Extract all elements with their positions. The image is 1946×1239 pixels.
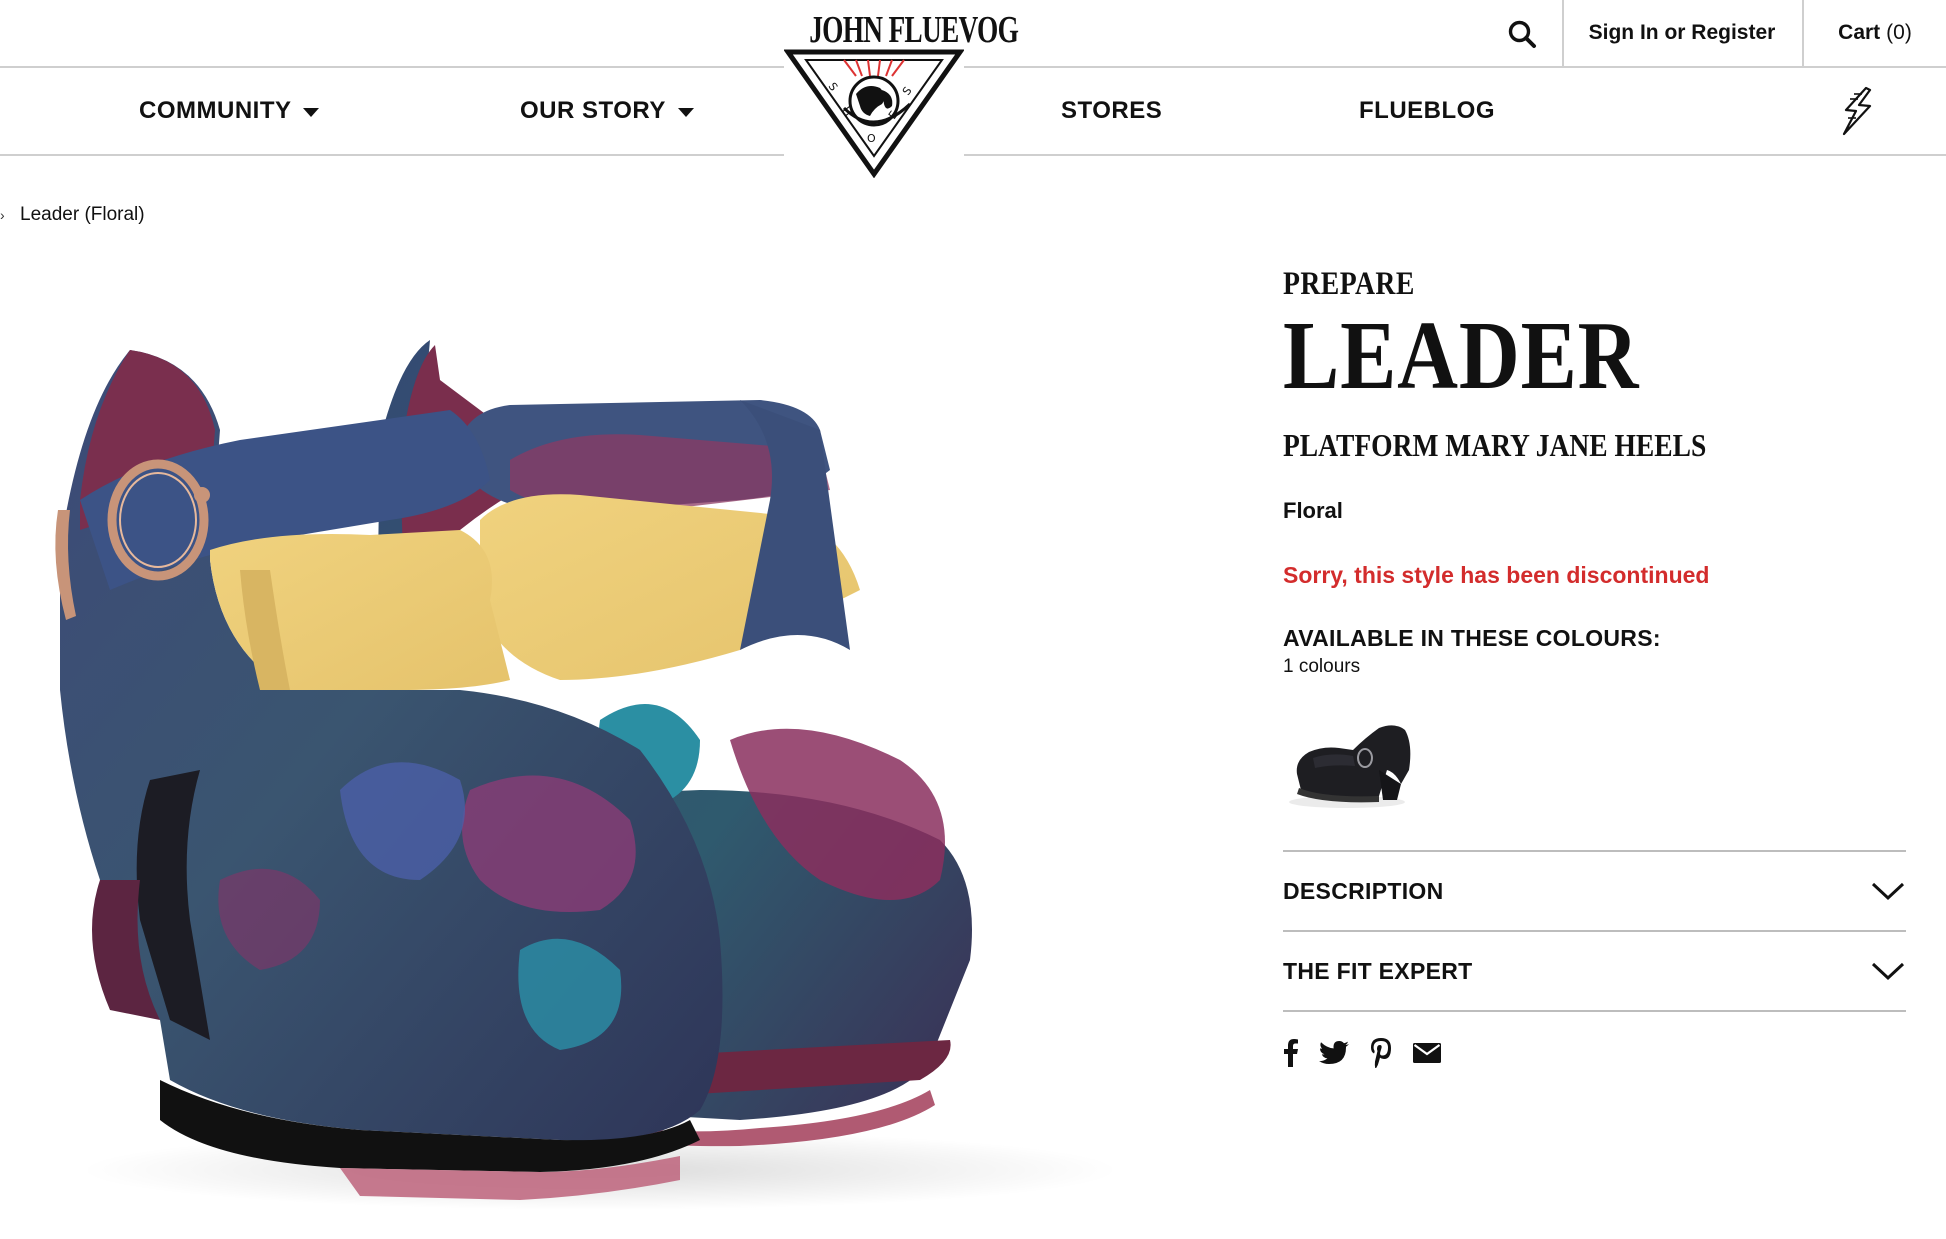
accordion-divider	[1283, 1010, 1906, 1012]
product-image[interactable]	[40, 320, 1220, 1220]
available-colours-count: 1 colours	[1283, 656, 1361, 677]
search-button[interactable]	[1500, 14, 1544, 54]
colour-swatch-thumbnail[interactable]	[1283, 714, 1413, 814]
chevron-down-icon	[1871, 882, 1905, 901]
product-collection: PREPARE	[1283, 266, 1415, 302]
cart-link[interactable]: Cart (0)	[1804, 0, 1946, 66]
nav-item-label: OUR STORY	[520, 97, 666, 124]
share-links	[1283, 1037, 1461, 1069]
accordion-label: DESCRIPTION	[1283, 877, 1444, 904]
accordion-label: THE FIT EXPERT	[1283, 957, 1473, 984]
twitter-icon[interactable]	[1319, 1037, 1349, 1069]
chevron-right-icon: ›	[0, 207, 5, 223]
cart-label: Cart	[1838, 21, 1881, 44]
nav-item-label: STORES	[1061, 97, 1163, 124]
nav-item-community[interactable]: COMMUNITY	[139, 68, 320, 154]
sign-in-register-link[interactable]: Sign In or Register	[1564, 0, 1800, 66]
lightning-bolt-icon[interactable]	[1836, 86, 1878, 136]
breadcrumb-item[interactable]: Leader (Floral)	[20, 204, 145, 226]
pinterest-icon[interactable]	[1369, 1037, 1393, 1069]
product-subtitle: PLATFORM MARY JANE HEELS	[1283, 427, 1707, 463]
product-details: PREPARE LEADER PLATFORM MARY JANE HEELS …	[1283, 266, 1908, 819]
nav-item-label: COMMUNITY	[139, 97, 292, 124]
available-colours-title: AVAILABLE IN THESE COLOURS:	[1283, 625, 1661, 651]
caret-down-icon	[303, 107, 320, 117]
john-fluevog-logo[interactable]: JOHN FLUEVOG S H O E S	[784, 6, 1019, 178]
product-name: LEADER	[1283, 302, 1640, 410]
email-icon[interactable]	[1413, 1037, 1441, 1069]
product-colour: Floral	[1283, 498, 1343, 523]
nav-item-our-story[interactable]: OUR STORY	[520, 68, 694, 154]
nav-item-flueblog[interactable]: FLUEBLOG	[1359, 68, 1495, 154]
cart-count: (0)	[1886, 21, 1912, 44]
search-icon	[1508, 20, 1536, 48]
globe-triangle-logo-icon: S H O E S	[784, 49, 964, 178]
breadcrumb: › Leader (Floral)	[0, 200, 145, 230]
accordion-fit-expert[interactable]: THE FIT EXPERT	[1283, 930, 1906, 1010]
accordion-description[interactable]: DESCRIPTION	[1283, 850, 1906, 930]
facebook-icon[interactable]	[1283, 1037, 1299, 1069]
nav-item-stores[interactable]: STORES	[1061, 68, 1162, 154]
caret-down-icon	[677, 107, 694, 117]
chevron-down-icon	[1871, 962, 1905, 981]
main-navigation: COMMUNITY OUR STORY STORES FLUEBLOG	[0, 68, 1946, 156]
svg-text:O: O	[867, 132, 876, 145]
nav-item-label: FLUEBLOG	[1359, 97, 1495, 124]
discontinued-notice: Sorry, this style has been discontinued	[1283, 562, 1710, 588]
